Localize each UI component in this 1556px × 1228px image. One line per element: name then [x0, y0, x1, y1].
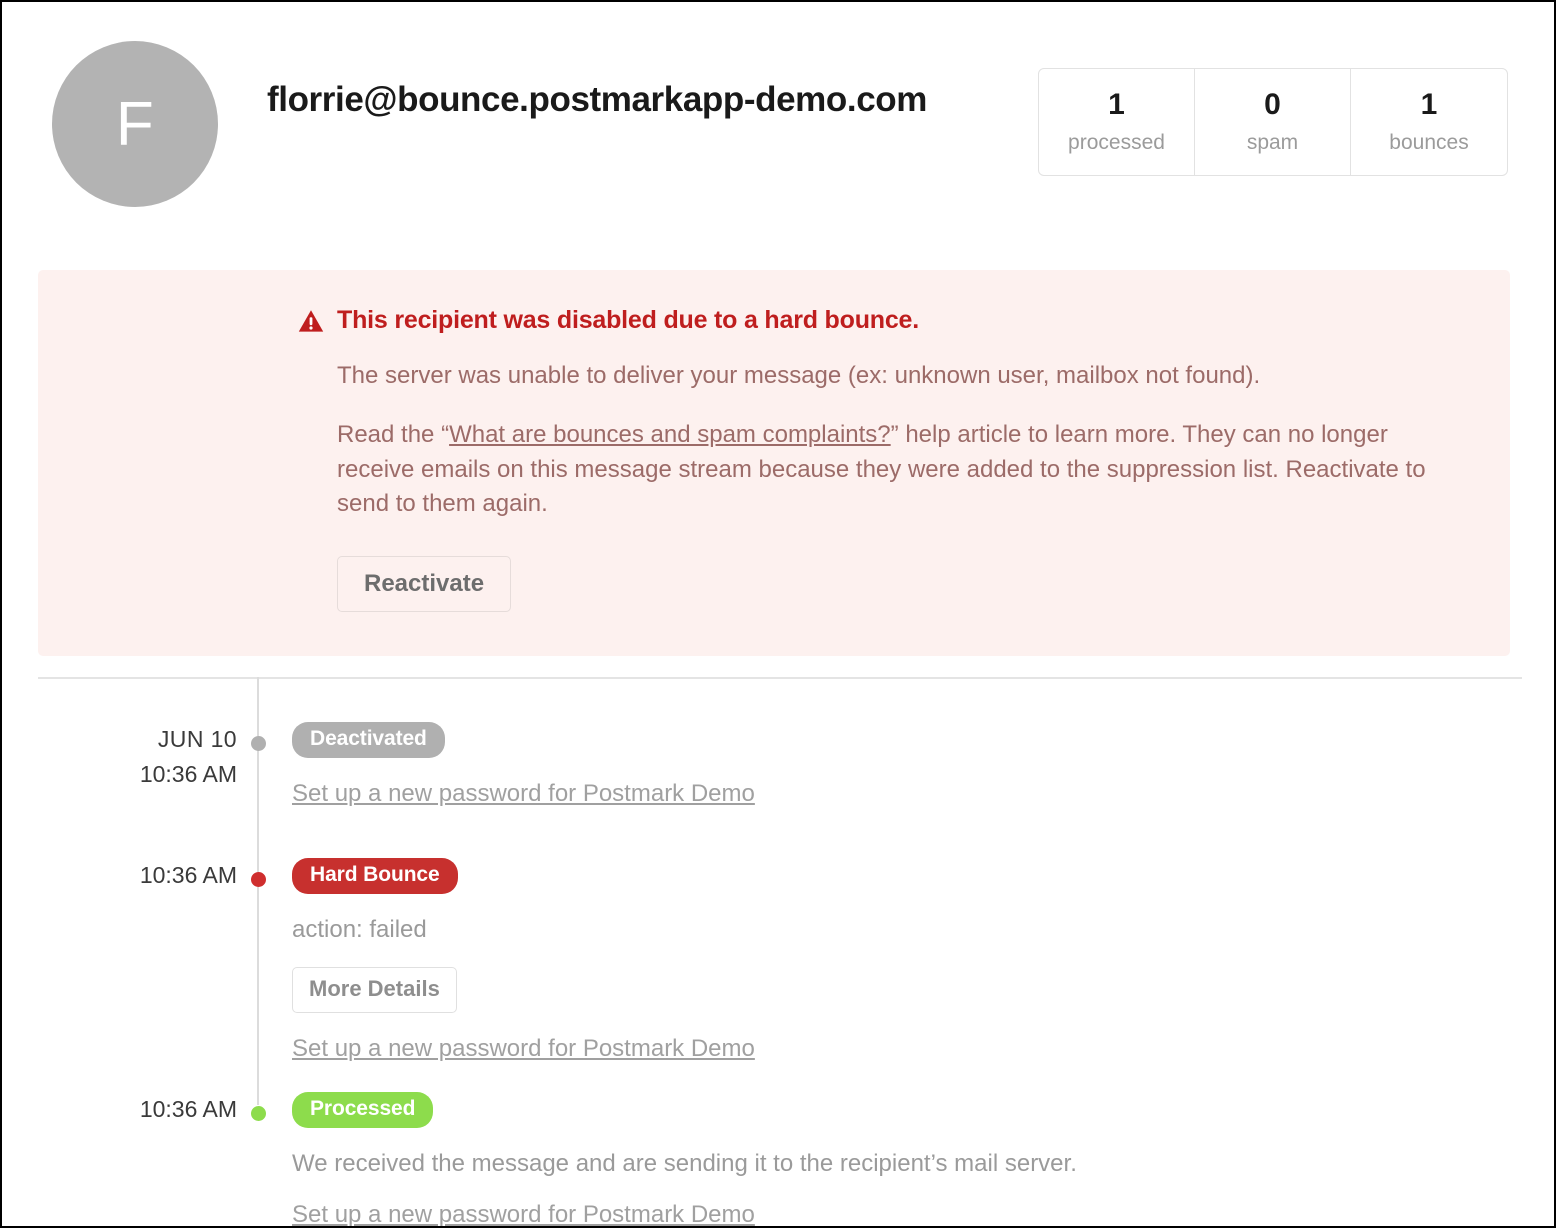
timeline-event-date: JUN 10	[157, 726, 237, 752]
page-header: F florrie@bounce.postmarkapp-demo.com 1 …	[2, 2, 1554, 252]
stat-processed-label: processed	[1068, 131, 1165, 154]
avatar-initial: F	[115, 89, 155, 159]
status-badge: Processed	[292, 1092, 434, 1128]
message-subject-link[interactable]: Set up a new password for Postmark Demo	[292, 1201, 755, 1226]
timeline-event-subject-wrap: Set up a new password for Postmark Demo	[292, 1179, 1077, 1226]
stat-spam: 0 spam	[1195, 69, 1351, 176]
alert-paragraph-2-prefix: Read the “	[337, 420, 450, 448]
timeline-event-time: 10:36 AM	[139, 862, 237, 888]
timeline-event-timestamp: 10:36 AM	[2, 1092, 237, 1127]
stats-summary: 1 processed 0 spam 1 bounces	[1038, 68, 1508, 177]
alert-title: This recipient was disabled due to a har…	[337, 306, 919, 334]
timeline-event-time: 10:36 AM	[139, 1096, 237, 1122]
alert-body: The server was unable to deliver your me…	[337, 359, 1460, 522]
timeline-event-description: We received the message and are sending …	[292, 1150, 1077, 1177]
timeline-event-content: Processed We received the message and ar…	[292, 1092, 1077, 1226]
more-details-wrap: More Details	[292, 945, 755, 1014]
stat-bounces: 1 bounces	[1351, 69, 1507, 175]
timeline-event-time: 10:36 AM	[139, 760, 237, 787]
timeline-event-description: action: failed	[292, 916, 427, 943]
section-divider	[38, 677, 1522, 679]
timeline-event-subject-wrap: Set up a new password for Postmark Demo	[292, 758, 755, 808]
reactivate-button[interactable]: Reactivate	[337, 556, 512, 613]
timeline-event-timestamp: 10:36 AM	[2, 858, 237, 893]
stat-processed-value: 1	[1108, 88, 1125, 121]
alert-paragraph-2: Read the “What are bounces and spam comp…	[337, 418, 1460, 522]
avatar: F	[52, 41, 218, 207]
timeline-dot-icon	[251, 1106, 266, 1121]
message-subject-link[interactable]: Set up a new password for Postmark Demo	[292, 1035, 755, 1063]
timeline-event-subject-wrap: Set up a new password for Postmark Demo	[292, 1013, 755, 1063]
timeline-event-content: Deactivated Set up a new password for Po…	[292, 722, 755, 808]
stat-spam-value: 0	[1264, 88, 1281, 121]
timeline-event-timestamp: JUN 10 10:36 AM	[2, 722, 237, 792]
hard-bounce-alert: This recipient was disabled due to a har…	[38, 270, 1510, 657]
alert-paragraph-1: The server was unable to deliver your me…	[337, 362, 1261, 389]
status-badge: Deactivated	[292, 722, 445, 758]
bounces-help-link[interactable]: What are bounces and spam complaints?	[449, 421, 891, 448]
recipient-activity-page: F florrie@bounce.postmarkapp-demo.com 1 …	[0, 0, 1556, 1228]
stat-bounces-value: 1	[1420, 88, 1438, 121]
timeline-dot-icon	[251, 872, 266, 887]
stat-spam-label: spam	[1246, 131, 1299, 154]
more-details-button[interactable]: More Details	[292, 967, 457, 1014]
status-badge: Hard Bounce	[292, 858, 458, 894]
stat-bounces-label: bounces	[1389, 131, 1469, 154]
stat-processed: 1 processed	[1039, 69, 1195, 176]
message-subject-link[interactable]: Set up a new password for Postmark Demo	[292, 780, 755, 808]
page-title: florrie@bounce.postmarkapp-demo.com	[267, 80, 927, 119]
timeline-event-content: Hard Bounce action: failed More Details …	[292, 858, 755, 1063]
alert-header: This recipient was disabled due to a har…	[298, 306, 1460, 335]
warning-triangle-icon	[298, 309, 324, 332]
timeline-dot-icon	[251, 736, 266, 751]
